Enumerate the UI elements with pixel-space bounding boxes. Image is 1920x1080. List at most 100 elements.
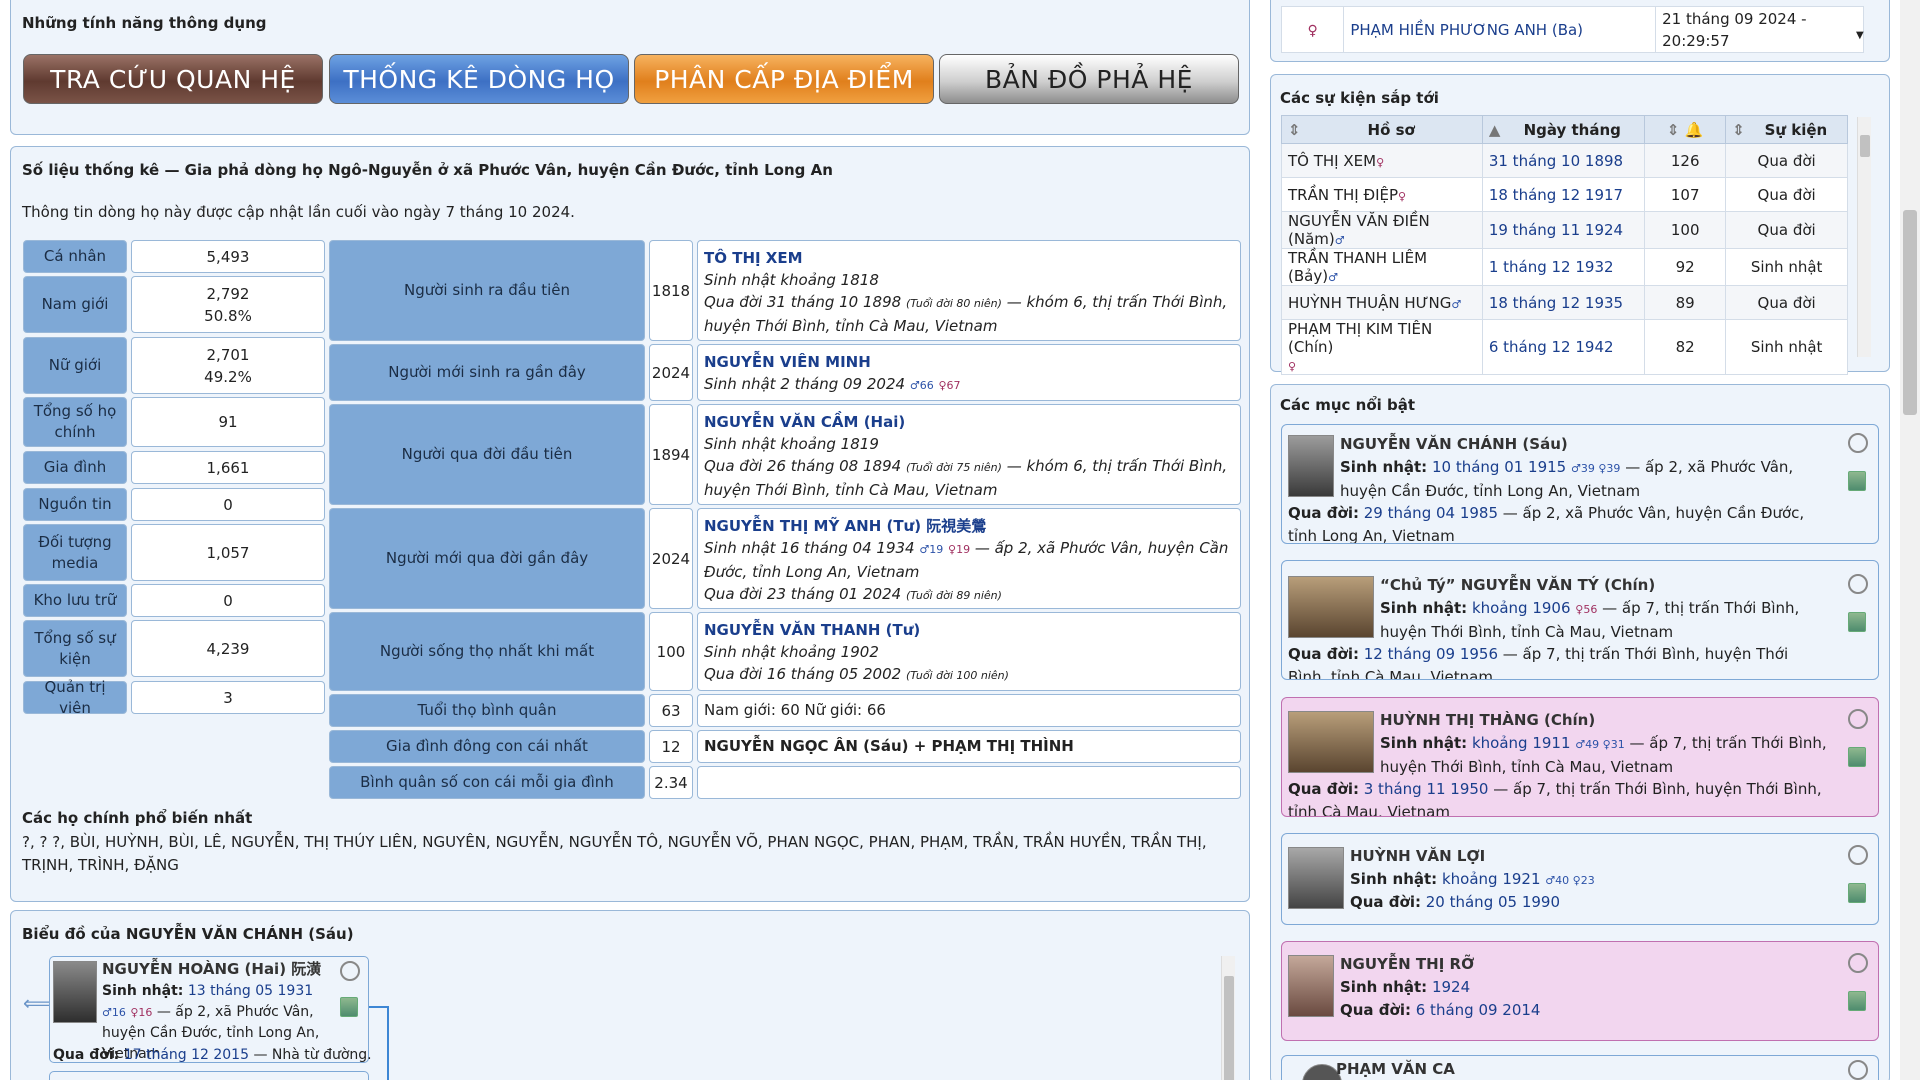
zoom-icon[interactable] (1848, 574, 1868, 594)
family-tree-icon[interactable] (1848, 747, 1866, 767)
relationship-lookup-button[interactable]: TRA CỨU QUAN HỆ (23, 54, 323, 104)
zoom-icon[interactable] (1848, 953, 1868, 973)
chart-connector (387, 1006, 389, 1080)
record-person-link[interactable]: NGUYỄN VIÊN MINH (704, 353, 871, 371)
arrow-left-icon[interactable]: ⟸ (23, 991, 52, 1015)
person-photo[interactable] (1288, 435, 1334, 497)
upcoming-events-panel: Các sự kiện sắp tới ⇕ Hồ sơ ▲ Ngày tháng ⇕… (1270, 74, 1890, 375)
count-value[interactable]: 0 (131, 488, 325, 521)
column-header-anniversary[interactable]: ⇕ 🔔 (1644, 115, 1727, 144)
count-value[interactable]: 91 (131, 397, 325, 447)
table-row[interactable]: PHẠM THỊ KIM TIÊN (Chín) ♀ 6 tháng 12 194… (1281, 319, 1848, 375)
place-hierarchy-button[interactable]: PHÂN CẤP ĐỊA ĐIỂM (634, 54, 934, 104)
column-header-date[interactable]: ▲ Ngày tháng (1481, 115, 1646, 144)
table-row[interactable]: NGUYỄN VĂN ĐIỀN (Năm)♂ 19 tháng 11 1924 … (1281, 211, 1848, 249)
count-value[interactable]: 1,057 (131, 524, 325, 581)
table-row[interactable]: ♀ PHẠM HIỀN PHƯƠNG ANH (Ba) 21 tháng 09 … (1280, 6, 1864, 53)
column-header-event[interactable]: ⇕ Sự kiện (1725, 115, 1848, 144)
record-year: 2024 (649, 508, 693, 609)
column-header-profile[interactable]: ⇕ Hồ sơ (1281, 115, 1483, 144)
zoom-icon[interactable] (1848, 709, 1868, 729)
person-photo[interactable] (1288, 955, 1334, 1017)
pedigree-map-button[interactable]: BẢN ĐỒ PHẢ HỆ (939, 54, 1239, 104)
count-value[interactable]: 1,661 (131, 451, 325, 484)
count-value[interactable]: 2,701 49.2% (131, 337, 325, 394)
count-number: 0 (223, 495, 233, 514)
zoom-icon[interactable] (340, 961, 360, 981)
count-value[interactable]: 5,493 (131, 240, 325, 273)
surnames-list[interactable]: ?, ? ?, BÙI, HUỲNH, BÙI, LÊ, NGUYỄN, THỊ… (22, 831, 1232, 877)
chart-person-card[interactable]: NGUYỄN HOÀNG (Hai) 阮潢 Sinh nhật: 13 thán… (49, 956, 372, 1063)
female-icon: ♀16 (130, 1006, 153, 1019)
record-person-link[interactable]: NGUYỄN VĂN CẦM (Hai) (704, 413, 905, 431)
scroll-down-icon[interactable]: ▼ (1856, 30, 1864, 41)
highlight-name[interactable]: NGUYỄN VĂN CHÁNH (Sáu) (1340, 433, 1568, 456)
birth-label: Sinh nhật: (102, 983, 184, 999)
record-person-link[interactable]: NGUYỄN THỊ MỸ ANH (Tư) 阮視美鶯 (704, 517, 986, 535)
record-person-link[interactable]: TÔ THỊ XEM (704, 249, 803, 267)
family-tree-icon[interactable] (340, 997, 358, 1017)
count-value[interactable]: 4,239 (131, 620, 325, 677)
person-photo[interactable] (1288, 711, 1374, 773)
count-value[interactable]: 3 (131, 681, 325, 714)
record-death: Qua đời 31 tháng 10 1898 (704, 293, 902, 311)
table-row[interactable]: HUỲNH THUẬN HƯNG♂ 18 tháng 12 1935 89 Qu… (1281, 285, 1848, 320)
largest-family-link[interactable]: NGUYỄN NGỌC ÂN (Sáu) + PHẠM THỊ THÌNH (697, 730, 1241, 763)
highlight-birth: Sinh nhật: khoảng 1911 ♂49 ♀31 — ấp 7, t… (1380, 734, 1827, 776)
record-birth: Sinh nhật 16 tháng 04 1934 (704, 539, 915, 557)
highlight-name[interactable]: PHẠM VĂN CA (1336, 1058, 1455, 1080)
table-row[interactable]: TÔ THỊ XEM♀ 31 tháng 10 1898 126 Qua đời (1281, 143, 1848, 178)
person-photo[interactable] (53, 961, 97, 1023)
chart-connector (369, 1006, 389, 1008)
highlight-name[interactable]: HUỲNH THỊ THÀNG (Chín) (1380, 709, 1595, 732)
highlight-name[interactable]: NGUYỄN THỊ RỠ (1340, 953, 1474, 976)
count-value[interactable]: 0 (131, 584, 325, 617)
highlights-title: Các mục nổi bật (1280, 396, 1416, 414)
statistics-panel: Số liệu thống kê — Gia phả dòng họ Ngô-N… (10, 146, 1250, 902)
recent-person-link[interactable]: PHẠM HIỀN PHƯƠNG ANH (Ba) (1343, 6, 1657, 53)
count-value[interactable]: 2,792 50.8% (131, 276, 325, 333)
surnames-title: Các họ chính phổ biến nhất (22, 809, 253, 827)
record-death: Qua đời 23 tháng 01 2024 (704, 585, 902, 603)
record-detail: NGUYỄN VĂN THANH (Tư) Sinh nhật khoảng 1… (697, 612, 1241, 691)
family-tree-icon[interactable] (1848, 471, 1866, 491)
zoom-icon[interactable] (1848, 845, 1868, 865)
count-number: 2,701 (206, 345, 250, 364)
record-detail: NGUYỄN THỊ MỸ ANH (Tư) 阮視美鶯 Sinh nhật 16… (697, 508, 1241, 609)
highlight-death: Qua đời: 29 tháng 04 1985 — ấp 2, xã Phư… (1288, 504, 1805, 544)
highlight-name[interactable]: HUỲNH VĂN LỢI (1350, 845, 1485, 868)
record-detail: NGUYỄN VIÊN MINH Sinh nhật 2 tháng 09 20… (697, 344, 1241, 401)
family-tree-icon[interactable] (1848, 612, 1866, 632)
page-scrollbar[interactable] (1900, 0, 1920, 1080)
largest-family-label: Gia đình đông con cái nhất (329, 730, 645, 763)
highlight-card[interactable]: NGUYỄN VĂN CHÁNH (Sáu) Sinh nhật: 10 thá… (1281, 424, 1879, 544)
record-person-link[interactable]: NGUYỄN VĂN THANH (Tư) (704, 621, 920, 639)
record-age: (Tuổi đời 89 niên) (905, 589, 1002, 602)
chart-scrollbar[interactable] (1221, 956, 1235, 1080)
table-row[interactable]: TRẦN THANH LIÊM (Bảy)♂ 1 tháng 12 1932 9… (1281, 248, 1848, 286)
family-statistics-button[interactable]: THỐNG KÊ DÒNG HỌ (329, 54, 629, 104)
zoom-icon[interactable] (1848, 433, 1868, 453)
highlight-name[interactable]: “Chủ Tý” NGUYỄN VĂN TÝ (Chín) (1380, 574, 1655, 597)
record-age: (Tuổi đời 100 niên) (905, 669, 1009, 682)
family-tree-icon[interactable] (1848, 883, 1866, 903)
events-scrollbar[interactable] (1857, 117, 1871, 357)
highlight-card[interactable]: PHẠM VĂN CA (1281, 1055, 1879, 1080)
highlight-card[interactable]: NGUYỄN THỊ RỠ Sinh nhật: 1924 Qua đời: 6… (1281, 941, 1879, 1041)
person-name[interactable]: NGUYỄN HOÀNG (Hai) 阮潢 (102, 959, 321, 980)
highlight-card[interactable]: HUỲNH VĂN LỢI Sinh nhật: khoảng 1921 ♂40… (1281, 833, 1879, 925)
highlight-card[interactable]: HUỲNH THỊ THÀNG (Chín) Sinh nhật: khoảng… (1281, 697, 1879, 817)
highlight-death: Qua đời: 12 tháng 09 1956 — ấp 7, thị tr… (1288, 645, 1789, 680)
record-birth: Sinh nhật 2 tháng 09 2024 (704, 375, 906, 393)
person-photo[interactable] (1288, 576, 1374, 638)
zoom-icon[interactable] (1848, 1060, 1868, 1080)
statistics-title: Số liệu thống kê — Gia phả dòng họ Ngô-N… (22, 161, 833, 179)
family-tree-icon[interactable] (1848, 991, 1866, 1011)
chart-person-card[interactable] (49, 1071, 369, 1080)
person-photo[interactable] (1288, 847, 1344, 909)
highlight-birth: Sinh nhật: khoảng 1921 ♂40 ♀23 (1350, 870, 1595, 888)
highlight-birth: Sinh nhật: 1924 (1340, 978, 1471, 996)
table-row[interactable]: TRẦN THỊ ĐIỆP♀ 18 tháng 12 1917 107 Qua … (1281, 177, 1848, 212)
record-year: 2024 (649, 344, 693, 401)
highlight-card[interactable]: “Chủ Tý” NGUYỄN VĂN TÝ (Chín) Sinh nhật:… (1281, 560, 1879, 680)
